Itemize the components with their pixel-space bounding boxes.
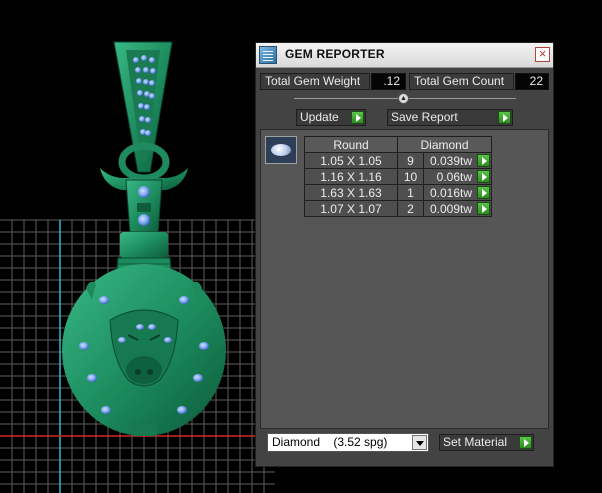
gem-size: 1.05 X 1.05 <box>304 152 398 169</box>
table-row: 1.16 X 1.16 10 0.06tw <box>304 168 492 185</box>
gem-weight: 0.06tw <box>436 169 472 184</box>
gem-weight: 0.039tw <box>429 153 472 168</box>
material-dropdown-value: Diamond (3.52 spg) <box>272 435 388 449</box>
save-report-button-label: Save Report <box>391 110 458 124</box>
column-header-shape: Round <box>304 136 398 153</box>
gem-size: 1.63 X 1.63 <box>304 184 398 201</box>
play-arrow-icon <box>498 111 511 124</box>
close-icon[interactable]: × <box>535 47 550 62</box>
table-row: 1.63 X 1.63 1 0.016tw <box>304 184 492 201</box>
update-button-label: Update <box>300 110 339 124</box>
row-select-arrow-icon[interactable] <box>477 154 490 167</box>
save-report-button[interactable]: Save Report <box>387 109 513 126</box>
total-gem-count-value: 22 <box>515 73 549 90</box>
title-bar[interactable]: GEM REPORTER × <box>256 43 553 68</box>
update-button[interactable]: Update <box>296 109 366 126</box>
row-select-arrow-icon[interactable] <box>477 202 490 215</box>
set-material-button[interactable]: Set Material <box>439 434 534 451</box>
gem-table: Round Diamond 1.05 X 1.05 9 0.039tw 1.16… <box>304 136 492 217</box>
dropdown-arrow-icon[interactable] <box>412 435 427 450</box>
gem-weight: 0.009tw <box>429 201 472 216</box>
row-select-arrow-icon[interactable] <box>477 186 490 199</box>
report-window-icon <box>259 46 277 64</box>
window-title: GEM REPORTER <box>285 47 385 61</box>
gem-reporter-window: GEM REPORTER × Total Gem Weight .12 Tota… <box>255 42 554 467</box>
gem-count: 10 <box>397 168 424 185</box>
table-row: 1.05 X 1.05 9 0.039tw <box>304 152 492 169</box>
column-header-material: Diamond <box>397 136 492 153</box>
gem-count: 9 <box>397 152 424 169</box>
total-gem-weight-value: .12 <box>371 73 406 90</box>
gem-weight: 0.016tw <box>429 185 472 200</box>
row-select-arrow-icon[interactable] <box>477 170 490 183</box>
material-dropdown[interactable]: Diamond (3.52 spg) <box>267 433 429 452</box>
play-arrow-icon <box>519 436 532 449</box>
report-area: Round Diamond 1.05 X 1.05 9 0.039tw 1.16… <box>260 129 549 429</box>
table-row: 1.07 X 1.07 2 0.009tw <box>304 200 492 217</box>
round-diamond-icon[interactable] <box>265 136 297 164</box>
collapse-chevron-icon[interactable]: ▲ <box>398 93 409 104</box>
gem-count: 1 <box>397 184 424 201</box>
play-arrow-icon <box>351 111 364 124</box>
set-material-button-label: Set Material <box>443 435 508 449</box>
gem-size: 1.07 X 1.07 <box>304 200 398 217</box>
gem-count: 2 <box>397 200 424 217</box>
gem-size: 1.16 X 1.16 <box>304 168 398 185</box>
total-gem-weight-label: Total Gem Weight <box>260 73 370 90</box>
total-gem-count-label: Total Gem Count <box>409 73 514 90</box>
